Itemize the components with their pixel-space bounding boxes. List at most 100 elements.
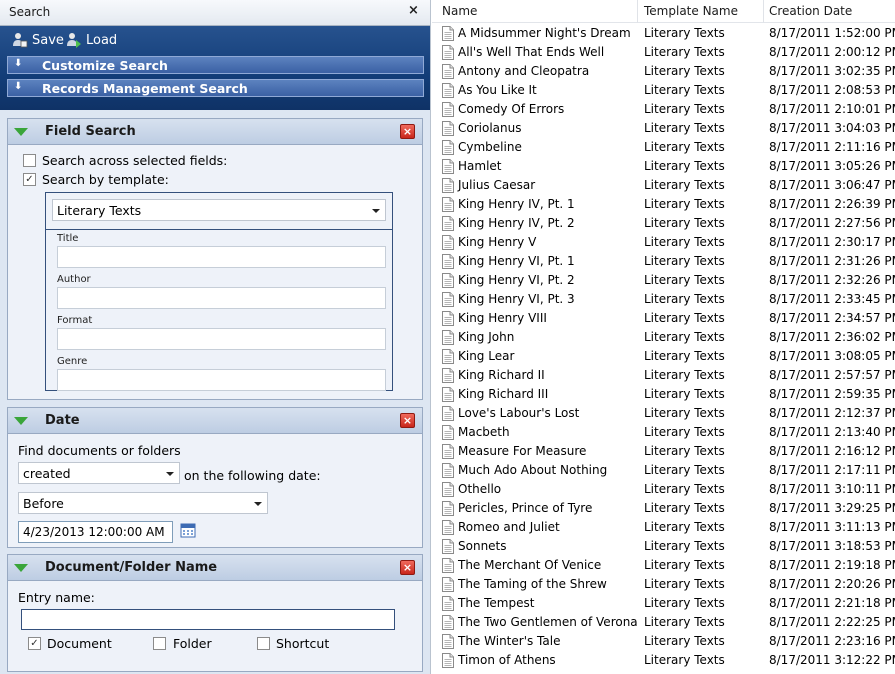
- row-creation-date: 8/17/2011 3:08:05 PM: [769, 349, 895, 363]
- row-name: King John: [458, 330, 515, 344]
- row-name: Love's Labour's Lost: [458, 406, 580, 420]
- calendar-icon[interactable]: [180, 522, 196, 538]
- table-row[interactable]: King Henry IV, Pt. 1 Literary Texts 8/17/2…: [432, 195, 895, 214]
- row-creation-date: 8/17/2011 2:22:25 PM: [769, 615, 895, 629]
- document-icon: [442, 178, 454, 193]
- table-row[interactable]: Cymbeline Literary Texts 8/17/2011 2:11:16…: [432, 138, 895, 157]
- save-button[interactable]: Save: [12, 31, 64, 49]
- collapse-triangle-icon[interactable]: [14, 128, 28, 136]
- field-search-panel: Field Search × Search across selected fi…: [7, 118, 423, 400]
- table-row[interactable]: Othello Literary Texts 8/17/2011 3:10:11 P…: [432, 480, 895, 499]
- table-row[interactable]: The Tempest Literary Texts 8/17/2011 2:21:…: [432, 594, 895, 613]
- table-row[interactable]: As You Like It Literary Texts 8/17/2011 2:…: [432, 81, 895, 100]
- table-row[interactable]: The Two Gentlemen of Verona Literary Text…: [432, 613, 895, 632]
- title-field[interactable]: [57, 246, 386, 268]
- table-row[interactable]: Hamlet Literary Texts 8/17/2011 3:05:26 PM: [432, 157, 895, 176]
- load-button[interactable]: Load: [66, 31, 117, 49]
- row-name: The Tempest: [458, 596, 535, 610]
- column-header-template[interactable]: Template Name: [644, 4, 738, 18]
- genre-field[interactable]: [57, 369, 386, 391]
- table-row[interactable]: All's Well That Ends Well Literary Texts 8…: [432, 43, 895, 62]
- table-row[interactable]: Comedy Of Errors Literary Texts 8/17/2011 …: [432, 100, 895, 119]
- row-name: King Richard III: [458, 387, 549, 401]
- row-creation-date: 8/17/2011 3:02:35 PM: [769, 64, 895, 78]
- search-across-fields-checkbox[interactable]: [23, 154, 36, 167]
- row-creation-date: 8/17/2011 2:31:26 PM: [769, 254, 895, 268]
- date-type-select[interactable]: created: [18, 462, 180, 484]
- author-field-label: Author: [57, 274, 91, 285]
- row-template: Literary Texts: [644, 254, 725, 268]
- panel-close-icon[interactable]: ×: [400, 413, 415, 428]
- table-row[interactable]: Julius Caesar Literary Texts 8/17/2011 3:0…: [432, 176, 895, 195]
- document-checkbox[interactable]: ✓: [28, 637, 41, 650]
- column-header-name[interactable]: Name: [442, 4, 477, 18]
- table-row[interactable]: King Henry VI, Pt. 1 Literary Texts 8/17/2…: [432, 252, 895, 271]
- table-row[interactable]: King Richard III Literary Texts 8/17/2011 …: [432, 385, 895, 404]
- table-row[interactable]: Romeo and Juliet Literary Texts 8/17/2011 …: [432, 518, 895, 537]
- panel-close-icon[interactable]: ×: [400, 560, 415, 575]
- table-row[interactable]: Love's Labour's Lost Literary Texts 8/17/2…: [432, 404, 895, 423]
- comparison-select[interactable]: Before: [18, 492, 268, 514]
- row-creation-date: 8/17/2011 2:26:39 PM: [769, 197, 895, 211]
- row-creation-date: 8/17/2011 2:33:45 PM: [769, 292, 895, 306]
- entry-name-input[interactable]: [21, 609, 395, 630]
- document-icon: [442, 159, 454, 174]
- author-field[interactable]: [57, 287, 386, 309]
- table-row[interactable]: King Richard II Literary Texts 8/17/2011 2…: [432, 366, 895, 385]
- table-row[interactable]: Sonnets Literary Texts 8/17/2011 3:18:53 P…: [432, 537, 895, 556]
- close-icon[interactable]: ×: [408, 3, 419, 18]
- table-row[interactable]: The Merchant Of Venice Literary Texts 8/17…: [432, 556, 895, 575]
- document-icon: [442, 235, 454, 250]
- table-row[interactable]: Measure For Measure Literary Texts 8/17/20…: [432, 442, 895, 461]
- row-creation-date: 8/17/2011 2:36:02 PM: [769, 330, 895, 344]
- row-creation-date: 8/17/2011 2:27:56 PM: [769, 216, 895, 230]
- collapse-triangle-icon[interactable]: [14, 564, 28, 572]
- shortcut-checkbox[interactable]: [257, 637, 270, 650]
- table-row[interactable]: The Winter's Tale Literary Texts 8/17/2011…: [432, 632, 895, 651]
- table-row[interactable]: A Midsummer Night's Dream Literary Texts 8…: [432, 24, 895, 43]
- document-icon: [442, 83, 454, 98]
- table-row[interactable]: King John Literary Texts 8/17/2011 2:36:02…: [432, 328, 895, 347]
- date-header[interactable]: Date ×: [8, 408, 422, 434]
- document-icon: [442, 140, 454, 155]
- table-row[interactable]: Timon of Athens Literary Texts 8/17/2011 3…: [432, 651, 895, 670]
- table-row[interactable]: King Henry V Literary Texts 8/17/2011 2:30…: [432, 233, 895, 252]
- format-field[interactable]: [57, 328, 386, 350]
- table-row[interactable]: King Henry VI, Pt. 2 Literary Texts 8/17/2…: [432, 271, 895, 290]
- records-management-search-bar[interactable]: ⬇ Records Management Search: [7, 79, 424, 97]
- customize-search-label: Customize Search: [42, 58, 168, 73]
- panel-close-icon[interactable]: ×: [400, 124, 415, 139]
- table-row[interactable]: Pericles, Prince of Tyre Literary Texts 8/…: [432, 499, 895, 518]
- search-by-template-checkbox[interactable]: ✓: [23, 173, 36, 186]
- customize-search-bar[interactable]: ⬇ Customize Search: [7, 56, 424, 74]
- row-template: Literary Texts: [644, 311, 725, 325]
- template-select[interactable]: Literary Texts: [52, 199, 386, 221]
- column-divider[interactable]: [637, 0, 638, 23]
- date-input[interactable]: 4/23/2013 12:00:00 AM: [18, 521, 173, 543]
- table-row[interactable]: The Taming of the Shrew Literary Texts 8/1…: [432, 575, 895, 594]
- row-template: Literary Texts: [644, 83, 725, 97]
- column-header-creation-date[interactable]: Creation Date: [769, 4, 852, 18]
- table-row[interactable]: King Lear Literary Texts 8/17/2011 3:08:05…: [432, 347, 895, 366]
- chevron-down-icon: ⬇: [14, 81, 23, 92]
- folder-checkbox[interactable]: [153, 637, 166, 650]
- table-row[interactable]: Macbeth Literary Texts 8/17/2011 2:13:40 P…: [432, 423, 895, 442]
- row-template: Literary Texts: [644, 463, 725, 477]
- document-icon: [442, 558, 454, 573]
- table-row[interactable]: Much Ado About Nothing Literary Texts 8/17…: [432, 461, 895, 480]
- table-row[interactable]: King Henry VI, Pt. 3 Literary Texts 8/17/2…: [432, 290, 895, 309]
- document-icon: [442, 596, 454, 611]
- field-search-header[interactable]: Field Search ×: [8, 119, 422, 145]
- document-folder-name-header[interactable]: Document/Folder Name ×: [8, 555, 422, 581]
- table-row[interactable]: Coriolanus Literary Texts 8/17/2011 3:04:0…: [432, 119, 895, 138]
- table-row[interactable]: Antony and Cleopatra Literary Texts 8/17/2…: [432, 62, 895, 81]
- column-divider[interactable]: [763, 0, 764, 23]
- collapse-triangle-icon[interactable]: [14, 417, 28, 425]
- row-name: The Winter's Tale: [458, 634, 561, 648]
- table-row[interactable]: King Henry VIII Literary Texts 8/17/2011 2…: [432, 309, 895, 328]
- document-icon: [442, 387, 454, 402]
- row-name: King Henry IV, Pt. 1: [458, 197, 575, 211]
- row-name: King Lear: [458, 349, 515, 363]
- table-row[interactable]: King Henry IV, Pt. 2 Literary Texts 8/17/2…: [432, 214, 895, 233]
- row-template: Literary Texts: [644, 501, 725, 515]
